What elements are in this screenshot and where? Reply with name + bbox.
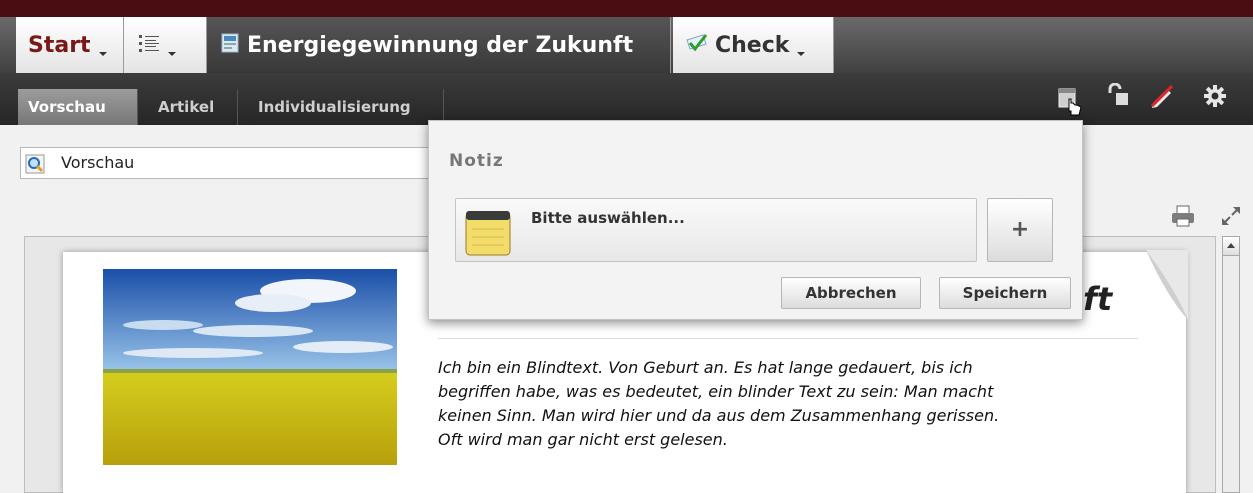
popup-title: Notiz: [449, 151, 504, 171]
body-line: Ich bin ein Blindtext. Von Geburt an. Es…: [438, 358, 973, 377]
note-select[interactable]: Bitte auswählen...: [455, 198, 977, 262]
document-body: Ich bin ein Blindtext. Von Geburt an. Es…: [438, 356, 1158, 452]
notepad-icon: [464, 207, 512, 261]
document-title-fragment: ft: [1083, 280, 1113, 318]
magnifier-icon: [25, 154, 45, 178]
view-select[interactable]: Vorschau: [20, 147, 440, 179]
tab-document[interactable]: Energiegewinnung der Zukunft: [207, 17, 671, 73]
cancel-button[interactable]: Abbrechen: [781, 277, 921, 309]
edit-disabled-icon[interactable]: [1149, 83, 1175, 113]
tab-start[interactable]: Start: [16, 17, 124, 73]
list-icon: [138, 32, 160, 58]
chevron-down-icon[interactable]: [797, 52, 806, 56]
add-note-button[interactable]: +: [987, 198, 1053, 262]
unlock-icon[interactable]: [1106, 82, 1132, 113]
body-line: Oft wird man gar nicht erst gelesen.: [438, 430, 728, 449]
body-line: keinen Sinn. Man wird hier und da aus de…: [438, 406, 1000, 425]
print-icon[interactable]: [1170, 204, 1196, 232]
sub-toolbar: Vorschau Artikel Individualisierung: [0, 73, 1253, 125]
document-image: [103, 269, 397, 465]
chevron-down-icon[interactable]: [98, 52, 107, 56]
tab-check-label: Check: [715, 32, 790, 58]
main-tab-bar: Start Energiegewinnung der Zukunft Check: [0, 17, 1253, 73]
expand-icon[interactable]: [1219, 204, 1243, 232]
notepad-icon[interactable]: [1055, 85, 1091, 123]
tab-individualisierung[interactable]: Individualisierung: [248, 89, 444, 125]
page-curl: [1146, 250, 1188, 320]
tab-outline-menu[interactable]: [124, 17, 207, 73]
scroll-up-button[interactable]: [1223, 237, 1239, 256]
tab-artikel[interactable]: Artikel: [148, 89, 238, 125]
view-select-value: Vorschau: [61, 153, 135, 172]
scrollbar[interactable]: [1222, 236, 1240, 493]
chevron-down-icon[interactable]: [168, 52, 176, 56]
tab-document-label: Energiegewinnung der Zukunft: [247, 32, 634, 58]
tab-check[interactable]: Check: [673, 17, 834, 73]
note-select-value: Bitte auswählen...: [531, 209, 685, 227]
gear-icon[interactable]: [1203, 84, 1227, 112]
tab-vorschau[interactable]: Vorschau: [18, 89, 138, 125]
body-line: begriffen habe, was es bedeutet, ein bli…: [438, 382, 994, 401]
save-button[interactable]: Speichern: [939, 277, 1071, 309]
document-icon: [221, 33, 239, 57]
top-accent-strip: [0, 0, 1253, 17]
tab-start-label: Start: [28, 32, 91, 58]
document-divider: [438, 338, 1138, 339]
note-popup: Notiz Bitte auswählen... + Abbrechen Spe…: [428, 120, 1083, 320]
check-icon: [685, 32, 709, 58]
